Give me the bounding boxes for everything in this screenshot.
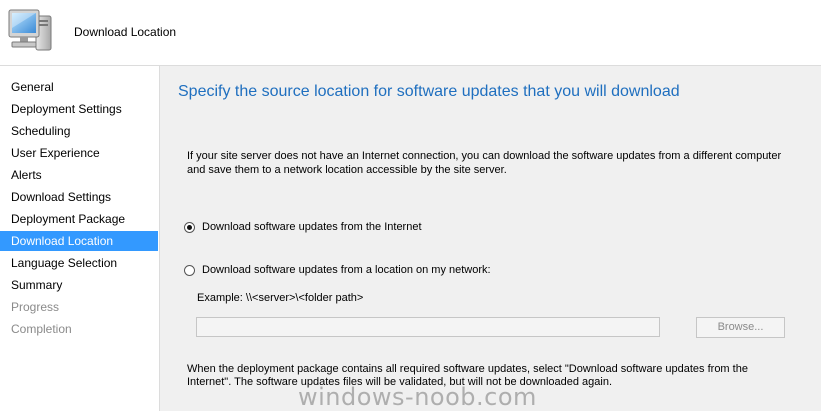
sidebar-item-completion: Completion [11,322,72,336]
watermark-text: windows-noob.com [298,383,537,411]
sidebar-item-scheduling[interactable]: Scheduling [0,121,158,141]
sidebar-item-download-location[interactable]: Download Location [0,231,158,251]
sidebar-item-summary[interactable]: Summary [0,275,158,295]
radio-button-unselected[interactable] [184,264,195,276]
wizard-header: Download Location [0,0,821,66]
radio-label-internet: Download software updates from the Inter… [202,221,422,233]
sidebar-item-deployment-package[interactable]: Deployment Package [0,209,158,229]
sidebar-item-general[interactable]: General [0,77,158,97]
sidebar-item-alerts[interactable]: Alerts [0,165,158,185]
radio-download-from-internet[interactable]: Download software updates from the Inter… [184,221,422,233]
wizard-steps-sidebar: General Deployment Settings Scheduling U… [0,66,160,411]
sidebar-item-progress: Progress [11,300,60,314]
sidebar-item-download-settings[interactable]: Download Settings [0,187,158,207]
network-path-example: Example: \\<server>\<folder path> [197,292,364,304]
radio-download-from-network[interactable]: Download software updates from a locatio… [184,264,491,276]
wizard-page-title: Download Location [74,25,177,39]
network-path-input[interactable] [196,317,660,337]
browse-button[interactable]: Browse... [696,317,785,338]
radio-button-selected[interactable] [184,221,195,233]
sidebar-item-deployment-settings[interactable]: Deployment Settings [0,99,158,119]
computer-monitor-icon [8,9,52,51]
sidebar-item-language-selection[interactable]: Language Selection [0,253,158,273]
radio-label-network: Download software updates from a locatio… [202,264,491,276]
page-heading: Specify the source location for software… [178,83,680,100]
sidebar-item-user-experience[interactable]: User Experience [0,143,158,163]
description-text: If your site server does not have an Int… [187,150,782,176]
wizard-content-panel: Specify the source location for software… [160,66,821,411]
